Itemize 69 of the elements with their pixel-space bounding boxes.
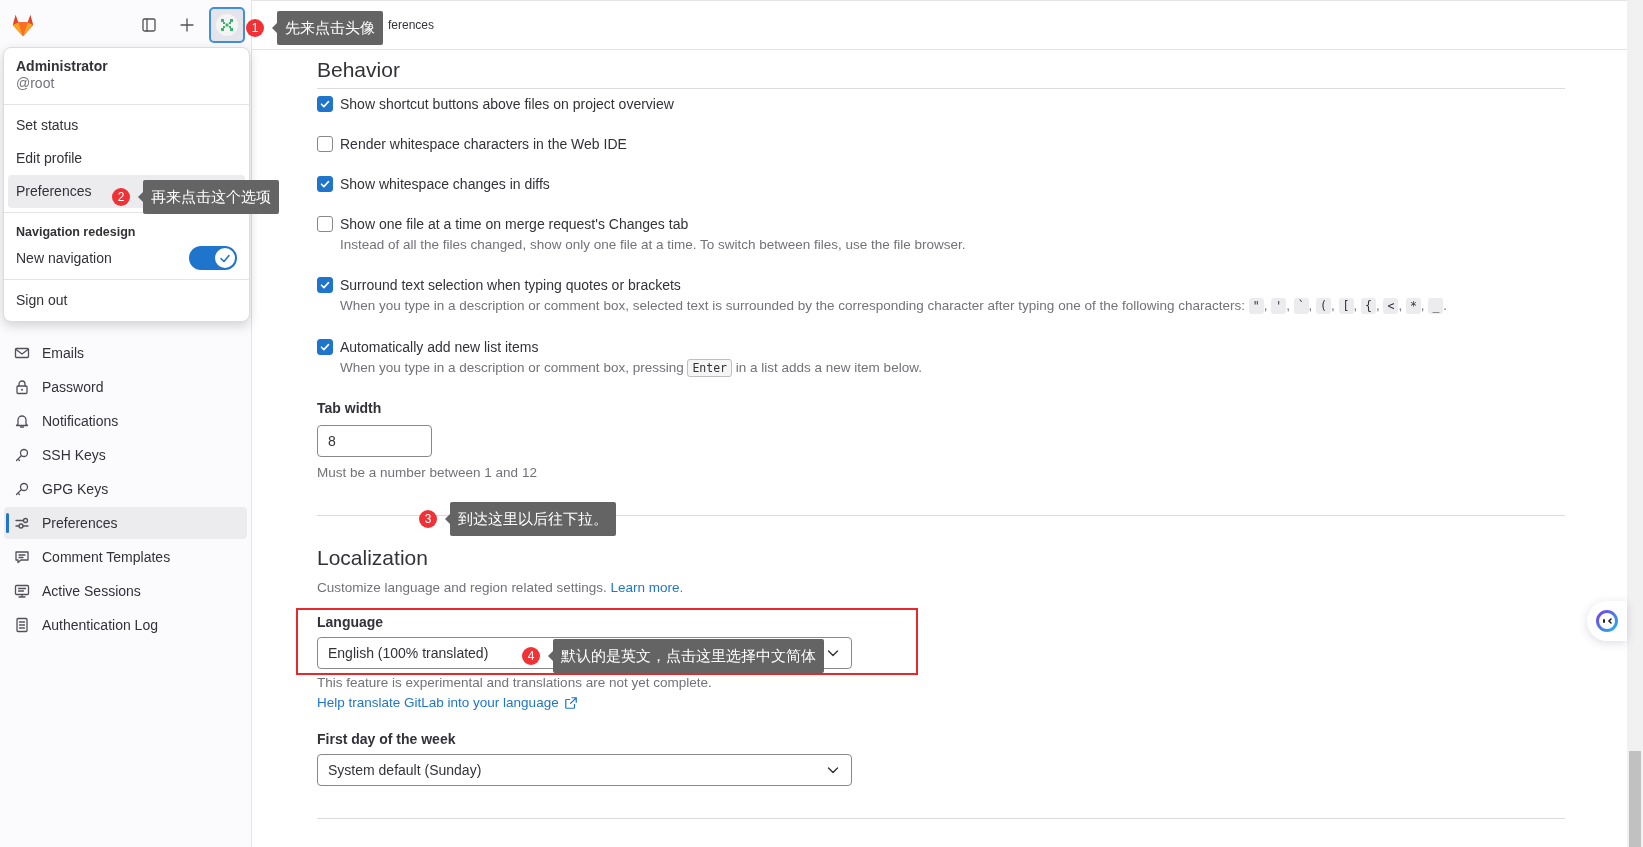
username: @root [16,75,56,92]
help-text: When you type in a description or comment box, pressing Enter in a list adds a new item below. [340,358,923,379]
key-icon [14,481,30,497]
annotation-tooltip: 到达这里以后往下拉。 [445,502,616,536]
checkbox-label: Show whitespace changes in diffs [340,175,551,194]
field-label: First day of the week [317,730,456,748]
section-heading: Localization [317,545,429,571]
first-day-select[interactable]: System default (Sunday) [317,754,852,786]
check-icon [319,279,331,291]
checkbox[interactable] [317,136,333,152]
sidebar-icon [141,17,157,33]
mail-icon [14,345,30,361]
sliders-icon [14,515,30,531]
checkbox-label: Surround text selection when typing quotes or brackets [340,276,682,295]
sidebar-item[interactable]: Authentication Log [4,609,247,641]
checkbox-label: Show one file at a time on merge request's Changes tab [340,215,690,234]
field-label: Tab width [317,399,382,417]
lock-icon [14,379,30,395]
sidebar-item[interactable]: Active Sessions [4,575,247,607]
comment-icon [14,549,30,565]
checkbox[interactable] [317,96,333,112]
avatar-button[interactable] [209,7,245,43]
bell-icon [14,413,30,429]
checkbox[interactable] [317,277,333,293]
avatar-icon [215,13,239,37]
help-text: Instead of all the files changed, show only one file at a time. To switch between files, use the file browser. [340,236,967,254]
field-label: Language [317,613,384,631]
gitlab-logo [10,12,36,38]
check-icon [319,341,331,353]
sidebar-item[interactable]: Comment Templates [4,541,247,573]
checkbox[interactable] [317,216,333,232]
table-icon [14,617,30,633]
checkbox-label: Automatically add new list items [340,338,540,357]
sidebar-item[interactable]: Password [4,371,247,403]
monitor-icon [14,583,30,599]
key-icon [14,447,30,463]
checkbox[interactable] [317,339,333,355]
annotation-tooltip: 默认的是英文，点击这里选择中文简体 [548,639,824,673]
menu-item[interactable]: Edit profile [8,142,245,175]
checkbox-label: Show shortcut buttons above files on project overview [340,95,675,114]
menu-item[interactable]: Sign out [8,284,245,317]
help-text: When you type in a description or comment box, selected text is surrounded by the corresponding character after typing one of the following characters: " , ' , ` , ( , [ , { , < , * , _ . [340,297,1449,316]
breadcrumb[interactable]: ferences [388,18,435,32]
sidebar-item[interactable]: Notifications [4,405,247,437]
toggle-switch[interactable] [189,246,237,270]
tab-width-field[interactable]: 8 [317,425,432,457]
user-name: Administrator [16,58,109,75]
section-title: Navigation redesign [15,224,137,241]
help-text: This feature is experimental and translations are not yet complete. [317,674,713,692]
assistant-button[interactable] [1587,601,1627,641]
robot-face-icon [1595,609,1619,633]
checkbox[interactable] [317,176,333,192]
check-icon [319,98,331,110]
sidebar-item[interactable]: Emails [4,337,247,369]
section-heading: Behavior [317,56,1565,89]
checkbox-label: Render whitespace characters in the Web IDE [340,135,628,154]
sidebar-item[interactable]: GPG Keys [4,473,247,505]
plus-icon [179,17,195,33]
check-icon [319,178,331,190]
menu-item[interactable]: Set status [8,109,245,142]
annotation-tooltip: 先来点击头像 [272,11,383,45]
toggle-label: New navigation [16,250,112,266]
help-link[interactable]: Help translate GitLab into your language [317,693,578,713]
external-link-icon [563,696,578,710]
section-description: Customize language and region related settings. Learn more. [317,579,685,597]
help-text: Must be a number between 1 and 12 [317,464,538,482]
sidebar-item[interactable]: SSH Keys [4,439,247,471]
sidebar-item[interactable]: Preferences [4,507,247,539]
annotation-tooltip: 再来点击这个选项 [138,180,279,214]
